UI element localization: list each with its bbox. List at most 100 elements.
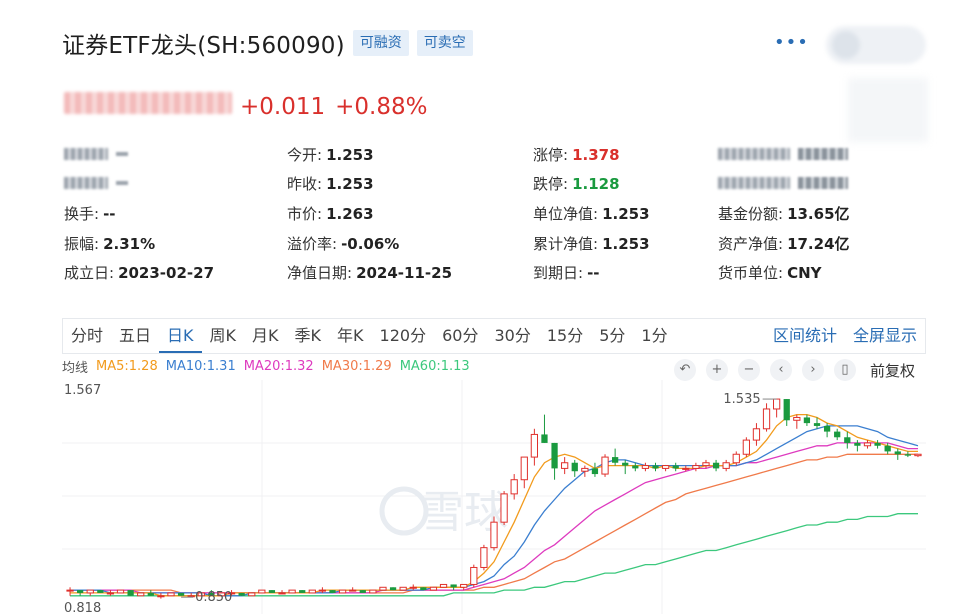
candle-body: [601, 456, 609, 475]
stat-amplitude: 振幅: 2.31%: [64, 235, 156, 253]
tab-5min[interactable]: 5分: [591, 319, 633, 353]
period-tabs: 分时 五日 日K 周K 月K 季K 年K 120分 60分 30分 15分 5分…: [62, 318, 926, 354]
candle-body: [77, 590, 84, 593]
candle-body: [480, 547, 488, 568]
candle-icon[interactable]: ▯: [834, 359, 856, 381]
candle-body: [177, 592, 185, 596]
stat-limit-down: 跌停: 1.128: [533, 175, 620, 193]
candle-body: [803, 417, 811, 424]
candle-body: [500, 493, 508, 523]
candle-body: [359, 590, 366, 593]
candle-body: [813, 423, 821, 426]
candle-body: [308, 589, 316, 594]
candle-body: [551, 442, 558, 469]
margin-financing-tag[interactable]: 可融资: [352, 30, 409, 56]
legend-ma20: MA20:1.32: [243, 358, 314, 374]
tab-15min[interactable]: 15分: [539, 319, 591, 353]
tab-120min[interactable]: 120分: [372, 319, 435, 353]
price-change: +0.011: [240, 94, 326, 120]
stat-unit-nav: 单位净值: 1.253: [533, 205, 650, 223]
zoom-in-icon[interactable]: +: [706, 359, 728, 381]
scroll-right-icon[interactable]: ›: [802, 359, 824, 381]
stat-cum-nav: 累计净值: 1.253: [533, 235, 650, 253]
candle-body: [702, 462, 710, 467]
title-row: 证券ETF龙头(SH:560090) 可融资 可卖空: [62, 26, 473, 60]
candle-body: [783, 399, 790, 421]
low-marker-label: 0.850: [195, 590, 232, 605]
candle-body: [420, 587, 427, 591]
stat-net-assets: 资产净值: 17.24亿: [718, 235, 850, 253]
tab-1min[interactable]: 1分: [633, 319, 675, 353]
price-change-pct: +0.88%: [335, 94, 428, 120]
candle-body: [248, 592, 256, 597]
range-stats-button[interactable]: 区间统计: [765, 319, 845, 353]
tab-daily-k[interactable]: 日K: [159, 319, 202, 353]
candle-body: [641, 465, 650, 469]
blurred-user-widget[interactable]: [826, 26, 926, 64]
price-row: +0.011 +0.88%: [64, 92, 427, 120]
candle-body: [338, 589, 347, 594]
candle-body: [742, 439, 750, 455]
fullscreen-button[interactable]: 全屏显示: [845, 319, 925, 353]
candle-body: [682, 467, 690, 470]
candle-body: [399, 586, 407, 591]
candle-body: [863, 442, 872, 447]
candle-body: [672, 465, 679, 469]
candle-body: [369, 589, 377, 594]
candle-body: [258, 589, 266, 594]
short-selling-tag[interactable]: 可卖空: [416, 30, 473, 56]
stat-limit-up: 涨停: 1.378: [533, 146, 620, 164]
legend-ma10: MA10:1.31: [165, 358, 236, 374]
scroll-left-icon[interactable]: ‹: [770, 359, 792, 381]
candle-body: [732, 453, 740, 464]
candle-body: [349, 589, 357, 592]
candle-body: [86, 589, 94, 594]
candle-body: [561, 462, 569, 469]
candle-body: [187, 595, 195, 598]
candle-body: [874, 442, 881, 446]
candle-body: [127, 590, 134, 596]
candle-body: [722, 462, 730, 469]
candle-body: [622, 462, 629, 466]
ma-legend: 均线 MA5:1.28 MA10:1.31 MA20:1.32 MA30:1.2…: [62, 356, 478, 376]
zoom-out-icon[interactable]: −: [738, 359, 760, 381]
candle-body: [894, 451, 901, 455]
tab-weekly-k[interactable]: 周K: [202, 319, 245, 353]
candle-body: [712, 462, 720, 469]
tab-five-day[interactable]: 五日: [111, 319, 159, 353]
tab-quarterly-k[interactable]: 季K: [287, 319, 330, 353]
legend-ma30: MA30:1.29: [321, 358, 392, 374]
candle-body: [268, 590, 276, 593]
more-options-icon[interactable]: •••: [774, 32, 809, 53]
tab-intraday[interactable]: 分时: [63, 319, 111, 353]
tab-monthly-k[interactable]: 月K: [244, 319, 287, 353]
candle-body: [904, 454, 911, 456]
tab-30min[interactable]: 30分: [486, 319, 538, 353]
candle-body: [299, 590, 306, 593]
kline-chart[interactable]: 雪球1.5670.8180.8501.535: [62, 380, 926, 614]
candle-body: [581, 467, 589, 472]
candle-body: [823, 425, 831, 432]
tab-60min[interactable]: 60分: [434, 319, 486, 353]
candle-body: [157, 595, 165, 598]
price-adjust-select[interactable]: 前复权: [870, 360, 915, 381]
stat-inception: 成立日: 2023-02-27: [64, 264, 215, 282]
candle-body: [652, 465, 659, 469]
candle-body: [612, 457, 619, 463]
legend-ma60: MA60:1.13: [399, 358, 470, 374]
blurred-stat-3: [64, 173, 128, 191]
tab-yearly-k[interactable]: 年K: [329, 319, 372, 353]
candle-body: [773, 398, 781, 410]
undo-icon[interactable]: ↶: [674, 359, 696, 381]
candle-body: [116, 589, 125, 594]
blurred-price: [64, 92, 232, 114]
candle-body: [470, 566, 478, 585]
stat-nav-date: 净值日期: 2024-11-25: [287, 264, 453, 282]
stat-turnover: 换手: --: [64, 205, 116, 223]
blurred-stat-4: [718, 173, 848, 191]
candle-body: [793, 416, 801, 421]
stat-prev-close: 昨收: 1.253: [287, 175, 374, 193]
candle-body: [147, 592, 154, 596]
blurred-stat-2: [718, 144, 848, 162]
high-marker-label: 1.535: [723, 392, 760, 407]
